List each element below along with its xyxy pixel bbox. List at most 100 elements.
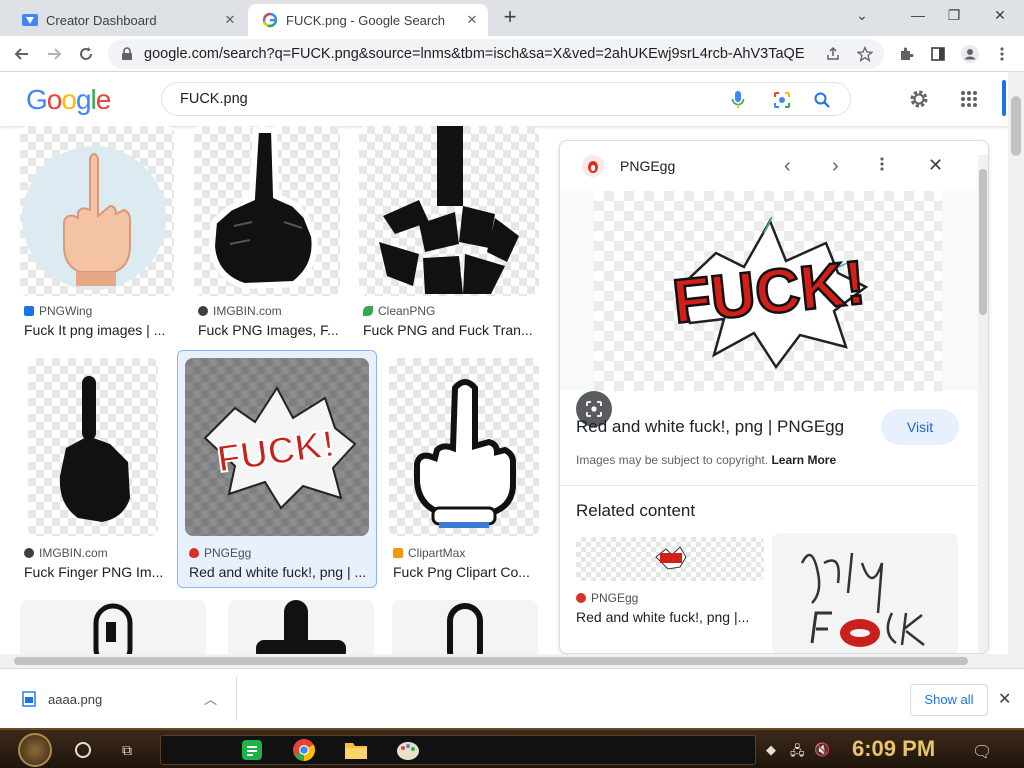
result-thumbnail-selected[interactable]: FUCK! xyxy=(185,358,369,536)
minimize-icon[interactable]: — xyxy=(898,4,938,28)
settings-gear-icon[interactable] xyxy=(908,88,930,110)
result-title[interactable]: Fuck PNG Images, F... xyxy=(198,322,342,338)
result-thumbnail[interactable] xyxy=(389,358,539,536)
tab-search-icon[interactable]: ⌄ xyxy=(842,4,882,28)
studio-icon xyxy=(22,12,38,28)
result-source: PNGEgg xyxy=(189,546,251,560)
page-vertical-scrollbar[interactable] xyxy=(1008,72,1024,654)
result-title[interactable]: Red and white fuck!, png | ... xyxy=(189,564,369,580)
scrollbar-thumb[interactable] xyxy=(1011,96,1021,156)
result-thumbnail[interactable] xyxy=(228,600,374,654)
pngwing-logo-icon xyxy=(24,306,34,316)
result-thumbnail[interactable] xyxy=(194,126,340,296)
back-icon[interactable] xyxy=(10,42,34,66)
start-button-icon[interactable] xyxy=(18,733,52,767)
learn-more-link[interactable]: Learn More xyxy=(771,453,836,467)
pngegg-logo-icon xyxy=(576,593,586,603)
profile-avatar-icon[interactable] xyxy=(958,42,982,66)
new-tab-icon[interactable]: + xyxy=(498,6,522,30)
copyright-notice: Images may be subject to copyright. Lear… xyxy=(576,453,837,467)
result-thumbnail[interactable] xyxy=(359,126,539,296)
close-downloads-icon[interactable]: ✕ xyxy=(998,689,1011,709)
result-title[interactable]: Fuck Finger PNG Im... xyxy=(24,564,166,580)
result-thumbnail[interactable] xyxy=(20,126,174,296)
panel-divider xyxy=(560,485,978,486)
related-thumbnail[interactable] xyxy=(576,537,764,581)
scrollbar-thumb[interactable] xyxy=(14,657,968,665)
page-horizontal-scrollbar[interactable] xyxy=(0,654,1024,668)
spreadsheet-app-icon[interactable] xyxy=(240,738,264,762)
notifications-icon[interactable]: 🗨 xyxy=(972,742,992,761)
imgbin-logo-icon xyxy=(24,548,34,558)
cortana-search-icon[interactable] xyxy=(75,742,91,758)
result-title[interactable]: Fuck It png images | ... xyxy=(24,322,174,338)
result-thumbnail[interactable] xyxy=(28,358,158,536)
side-panel-icon[interactable] xyxy=(926,42,950,66)
cleanpng-logo-icon xyxy=(363,306,373,316)
preview-image[interactable]: FUCK! xyxy=(560,191,978,427)
tab-strip: Creator Dashboard ✕ FUCK.png - Google Se… xyxy=(0,0,1024,36)
pngegg-logo-icon xyxy=(189,548,199,558)
imgbin-logo-icon xyxy=(198,306,208,316)
search-query[interactable]: FUCK.png xyxy=(180,91,248,107)
related-content-heading: Related content xyxy=(576,501,696,520)
downloads-bar: aaaa.png ︿ Show all ✕ xyxy=(0,668,1024,728)
tab-title: FUCK.png - Google Search xyxy=(286,12,445,28)
reload-icon[interactable] xyxy=(74,42,98,66)
apps-grid-icon[interactable] xyxy=(958,88,980,110)
network-icon[interactable]: 🖧 xyxy=(790,742,808,758)
address-bar[interactable]: google.com/search?q=FUCK.png&source=lnms… xyxy=(108,39,884,69)
tab-title: Creator Dashboard xyxy=(46,12,157,28)
result-source: CleanPNG xyxy=(363,304,435,318)
result-title[interactable]: Fuck PNG and Fuck Tran... xyxy=(363,322,533,338)
result-title[interactable]: Fuck Png Clipart Co... xyxy=(393,564,537,580)
tab-google-search[interactable]: FUCK.png - Google Search ✕ xyxy=(248,4,488,36)
panel-more-icon[interactable] xyxy=(880,156,884,177)
download-item[interactable]: aaaa.png xyxy=(22,691,102,707)
window-close-icon[interactable]: ✕ xyxy=(980,4,1020,28)
taskbar-clock[interactable]: 6:09 PM xyxy=(852,736,935,762)
next-image-icon[interactable]: › xyxy=(832,155,839,178)
result-thumbnail[interactable] xyxy=(20,600,206,654)
result-source: IMGBIN.com xyxy=(24,546,108,560)
share-icon[interactable] xyxy=(824,45,842,63)
microphone-icon[interactable] xyxy=(728,90,748,110)
panel-close-icon[interactable]: ✕ xyxy=(928,155,943,176)
restore-icon[interactable]: ❐ xyxy=(934,4,974,28)
volume-muted-icon[interactable]: 🔇 xyxy=(814,742,832,758)
related-thumbnail[interactable] xyxy=(772,533,958,653)
panel-scrollbar[interactable] xyxy=(978,155,988,653)
result-thumbnail[interactable] xyxy=(392,600,538,654)
panel-scrollbar-thumb[interactable] xyxy=(979,169,987,315)
result-source: ClipartMax xyxy=(393,546,465,560)
chrome-icon[interactable] xyxy=(292,738,316,762)
file-explorer-icon[interactable] xyxy=(344,738,368,762)
chevron-up-icon[interactable]: ︿ xyxy=(204,689,217,708)
forward-icon[interactable] xyxy=(42,42,66,66)
search-icon[interactable] xyxy=(812,90,832,110)
paint-app-icon[interactable] xyxy=(396,738,420,762)
task-view-icon[interactable]: ⧉ xyxy=(122,742,140,758)
tab-creator-dashboard[interactable]: Creator Dashboard ✕ xyxy=(8,4,246,36)
related-title[interactable]: Red and white fuck!, png |... xyxy=(576,609,749,625)
close-tab-icon[interactable]: ✕ xyxy=(464,12,480,28)
image-file-icon xyxy=(22,691,36,707)
preview-title[interactable]: Red and white fuck!, png | PNGEgg xyxy=(576,417,844,437)
bookmark-star-icon[interactable] xyxy=(856,45,874,63)
panel-source-name[interactable]: PNGEgg xyxy=(620,158,675,174)
google-logo[interactable]: Google xyxy=(26,84,111,116)
visit-button[interactable]: Visit xyxy=(881,409,959,445)
close-tab-icon[interactable]: ✕ xyxy=(222,12,238,28)
previous-image-icon[interactable]: ‹ xyxy=(784,155,791,178)
google-g-icon xyxy=(262,12,278,28)
search-box[interactable]: FUCK.png xyxy=(161,82,851,116)
browser-menu-icon[interactable] xyxy=(990,42,1014,66)
result-source: PNGWing xyxy=(24,304,92,318)
lens-camera-icon[interactable] xyxy=(772,90,792,110)
extensions-icon[interactable] xyxy=(894,42,918,66)
clipartmax-logo-icon xyxy=(393,548,403,558)
tray-overflow-icon[interactable]: ◆ xyxy=(766,742,784,758)
show-all-button[interactable]: Show all xyxy=(910,684,988,716)
windows-taskbar: ⧉ ◆ 🖧 🔇 6:09 PM 🗨 xyxy=(0,728,1024,768)
downloads-separator xyxy=(236,677,237,721)
